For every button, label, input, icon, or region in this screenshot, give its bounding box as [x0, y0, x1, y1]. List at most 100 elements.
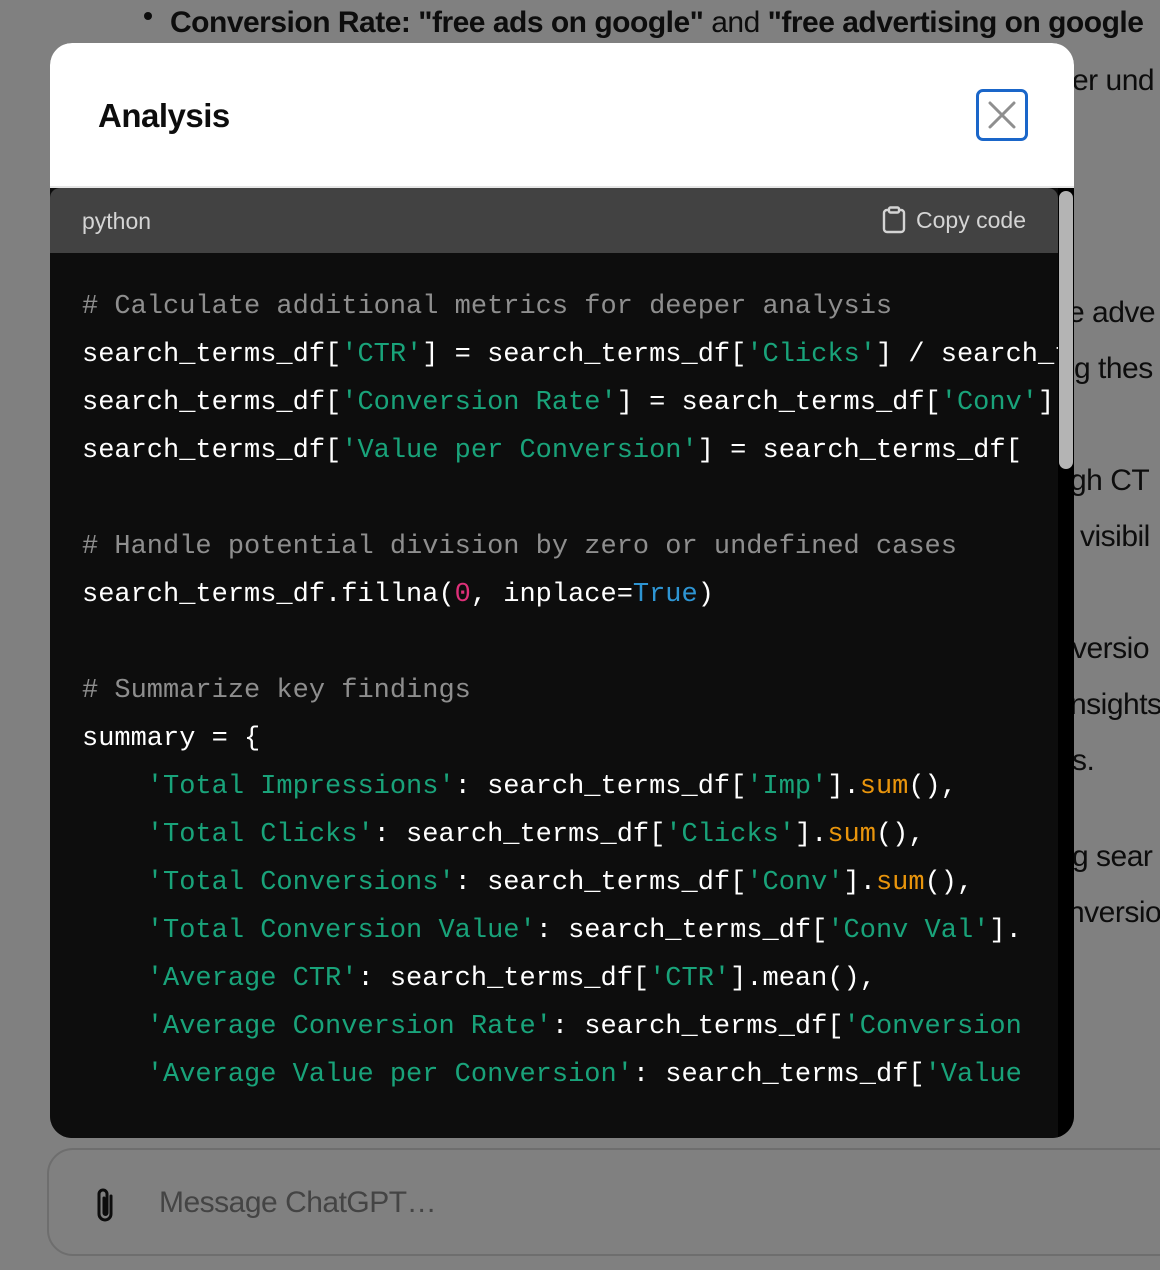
bg-conj: and [711, 6, 760, 39]
code-token-str: 'Imp' [746, 772, 828, 802]
code-token: ) [697, 580, 714, 610]
code-token-str: 'Value [924, 1060, 1022, 1090]
code-token: : search_terms_df[ [454, 868, 747, 898]
background-text-fragment: er und [1072, 64, 1155, 97]
code-line: search_terms_df['Value per Conversion'] … [82, 427, 1058, 475]
bg-quote-2: "free advertising on google [767, 6, 1144, 39]
code-token-num: 0 [454, 580, 471, 610]
code-token-str: 'Average Value per Conversion' [146, 1060, 633, 1090]
bg-quote-1: "free ads on google" [418, 6, 704, 39]
code-token-str: 'Conv' [940, 388, 1038, 418]
code-token: ].mean(), [730, 964, 876, 994]
code-token: summary = { [82, 724, 261, 754]
code-token-str: 'Total Clicks' [146, 820, 374, 850]
code-line: # Handle potential division by zero or u… [82, 523, 1058, 571]
code-token: search_terms_df[ [82, 340, 342, 370]
code-token-str: 'Total Impressions' [146, 772, 455, 802]
message-input[interactable]: Message ChatGPT… [159, 1186, 437, 1220]
code-token: : search_terms_df[ [535, 916, 828, 946]
code-token: ] = search_terms_df[ [697, 436, 1022, 466]
code-scrollbar[interactable] [1058, 188, 1074, 1138]
code-token-com: # Handle potential division by zero or u… [82, 532, 957, 562]
code-token-str: 'CTR' [341, 340, 423, 370]
code-token-str: 'CTR' [649, 964, 731, 994]
bullet-marker [144, 12, 152, 20]
code-token: : search_terms_df[ [357, 964, 650, 994]
code-token: ]. [843, 868, 876, 898]
background-text-fragment: visibil [1080, 520, 1150, 553]
code-token: search_terms_df.fillna( [82, 580, 455, 610]
code-token-str: 'Conversion [843, 1012, 1022, 1042]
copy-code-button[interactable]: Copy code [882, 206, 1026, 234]
code-line: 'Total Conversion Value': search_terms_d… [82, 907, 1058, 955]
background-text-fragment: s. [1072, 744, 1095, 777]
code-token-str: 'Total Conversions' [146, 868, 455, 898]
clipboard-icon [882, 206, 906, 234]
background-text-fragment: nversio [1068, 896, 1160, 929]
code-token: (), [875, 820, 925, 850]
code-language-label: python [82, 208, 152, 234]
code-token-fn: sum [859, 772, 909, 802]
code-block-header: python Copy code [50, 188, 1058, 253]
close-icon [988, 101, 1016, 129]
paperclip-icon[interactable] [91, 1186, 121, 1226]
code-token-str: 'Clicks' [665, 820, 795, 850]
code-token: (), [924, 868, 974, 898]
code-token: : search_terms_df[ [551, 1012, 844, 1042]
code-line: 'Average CTR': search_terms_df['CTR'].me… [82, 955, 1058, 1003]
code-line: search_terms_df['CTR'] = search_terms_df… [82, 331, 1058, 379]
copy-code-label: Copy code [916, 206, 1026, 233]
message-composer[interactable]: Message ChatGPT… [47, 1148, 1160, 1256]
code-token: search_terms_df[ [82, 388, 342, 418]
code-token-kw: True [632, 580, 698, 610]
code-line: summary = { [82, 715, 1058, 763]
code-token: search_terms_df[ [82, 436, 342, 466]
close-button[interactable] [976, 89, 1028, 141]
background-text-fragment: nsights [1070, 688, 1160, 721]
code-line: search_terms_df['Conversion Rate'] = sea… [82, 379, 1058, 427]
code-line: 'Average Value per Conversion': search_t… [82, 1051, 1058, 1099]
background-text-fragment: g thes [1074, 352, 1153, 385]
code-token-com: # Summarize key findings [82, 676, 471, 706]
code-token-str: 'Total Conversion Value' [146, 916, 536, 946]
background-bullet-text: Conversion Rate: "free ads on google" an… [170, 6, 1144, 40]
modal-title: Analysis [98, 97, 230, 134]
code-token: : search_terms_df[ [632, 1060, 925, 1090]
code-line: # Calculate additional metrics for deepe… [82, 283, 1058, 331]
bg-label: Conversion Rate: [170, 6, 411, 39]
code-token: ] [1037, 388, 1055, 418]
scrollbar-thumb[interactable] [1059, 191, 1073, 469]
code-token-str: 'Average CTR' [146, 964, 358, 994]
code-token-com: # Calculate additional metrics for deepe… [82, 292, 893, 322]
code-token-str: 'Conv Val' [827, 916, 990, 946]
code-line: 'Average Conversion Rate': search_terms_… [82, 1003, 1058, 1051]
code-token: (), [908, 772, 957, 802]
code-block: python Copy code # Calculate additional … [50, 188, 1058, 1138]
code-token: ]. [827, 772, 860, 802]
code-token-fn: sum [827, 820, 876, 850]
code-line: 'Total Clicks': search_terms_df['Clicks'… [82, 811, 1058, 859]
code-line: 'Total Conversions': search_terms_df['Co… [82, 859, 1058, 907]
code-token-str: 'Average Conversion Rate' [146, 1012, 552, 1042]
analysis-modal: Analysis python Copy code # Calculate ad… [50, 43, 1074, 1138]
code-line: search_terms_df.fillna(0, inplace=True) [82, 571, 1058, 619]
code-token-str: 'Clicks' [746, 340, 876, 370]
code-token: , inplace= [470, 580, 633, 610]
code-line: 'Total Impressions': search_terms_df['Im… [82, 763, 1058, 811]
background-text-fragment: versio [1072, 632, 1150, 665]
background-text-fragment: gh CT [1070, 464, 1150, 497]
background-text-fragment: e adve [1068, 296, 1156, 329]
code-token-str: 'Conversion Rate' [341, 388, 617, 418]
code-token-str: 'Conv' [746, 868, 844, 898]
code-content[interactable]: # Calculate additional metrics for deepe… [50, 253, 1058, 1138]
